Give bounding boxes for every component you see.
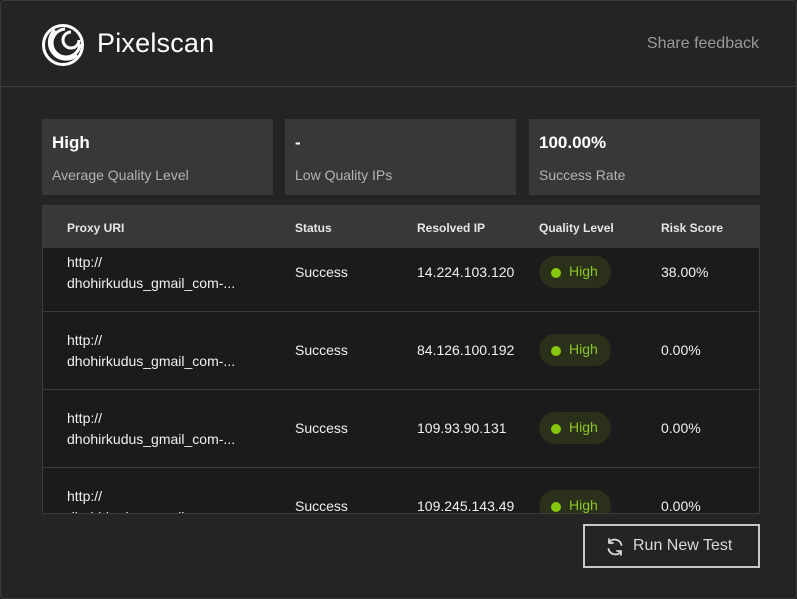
risk-score: 0.00% (661, 498, 701, 513)
resolved-ip: 109.245.143.49 (417, 498, 515, 513)
results-table: Proxy URI Status Resolved IP Quality Lev… (42, 205, 760, 514)
summary-label: Average Quality Level (52, 167, 189, 183)
table-row[interactable]: http:// dhohirkudus_gmail_com-... Succes… (43, 390, 759, 468)
quality-badge: High (539, 490, 611, 513)
quality-badge: High (539, 256, 611, 288)
summary-value: High (52, 133, 90, 152)
proxy-uri: http:// dhohirkudus_gmail_com-... (67, 486, 235, 513)
resolved-ip: 109.93.90.131 (417, 420, 507, 436)
quality-label: High (569, 263, 598, 279)
risk-score: 0.00% (661, 342, 701, 358)
proxy-uri: http:// dhohirkudus_gmail_com-... (67, 408, 235, 450)
status: Success (295, 342, 348, 358)
proxy-uri-line1: http:// (67, 488, 103, 504)
risk-score: 0.00% (661, 420, 701, 436)
proxy-uri-line2: dhohirkudus_gmail_com-... (67, 353, 236, 369)
column-header-resolved-ip: Resolved IP (417, 221, 486, 235)
table-header: Proxy URI Status Resolved IP Quality Lev… (43, 206, 759, 248)
summary-value: - (295, 133, 301, 152)
run-new-test-label: Run New Test (633, 537, 733, 554)
quality-label: High (569, 419, 598, 435)
status-dot-icon (551, 502, 561, 512)
proxy-uri: http:// dhohirkudus_gmail_com-... (67, 330, 235, 372)
column-header-status: Status (295, 221, 332, 235)
column-header-risk-score: Risk Score (661, 221, 724, 235)
brand-name: Pixelscan (97, 28, 215, 58)
column-header-proxy-uri: Proxy URI (67, 221, 125, 235)
pixelscan-window: Pixelscan Share feedback High Average Qu… (0, 0, 797, 599)
status: Success (295, 498, 348, 513)
status: Success (295, 420, 348, 436)
summary-value: 100.00% (539, 133, 607, 152)
refresh-icon (607, 538, 623, 556)
run-new-test-button[interactable]: Run New Test (583, 524, 760, 568)
summary-label: Success Rate (539, 167, 626, 183)
column-header-quality-level: Quality Level (539, 221, 614, 235)
summary-card-average-quality: High Average Quality Level (42, 119, 273, 195)
risk-score: 38.00% (661, 264, 709, 280)
header: Pixelscan Share feedback (1, 1, 796, 87)
proxy-uri-line1: http:// (67, 332, 103, 348)
table-row[interactable]: http:// dhohirkudus_gmail_com-... Succes… (43, 248, 759, 312)
table-row[interactable]: http:// dhohirkudus_gmail_com-... Succes… (43, 312, 759, 390)
summary-card-low-quality-ips: - Low Quality IPs (285, 119, 516, 195)
summary-label: Low Quality IPs (295, 167, 393, 183)
status: Success (295, 264, 348, 280)
status-dot-icon (551, 424, 561, 434)
quality-label: High (569, 341, 598, 357)
proxy-uri-line1: http:// (67, 410, 103, 426)
quality-badge: High (539, 412, 611, 444)
table-row[interactable]: http:// dhohirkudus_gmail_com-... Succes… (43, 468, 759, 513)
proxy-uri-line1: http:// (67, 254, 103, 270)
pixelscan-logo-icon (42, 24, 84, 66)
proxy-uri: http:// dhohirkudus_gmail_com-... (67, 252, 235, 294)
status-dot-icon (551, 268, 561, 278)
proxy-uri-line2: dhohirkudus_gmail_com-... (67, 431, 236, 447)
summary-card-success-rate: 100.00% Success Rate (529, 119, 760, 195)
quality-label: High (569, 497, 598, 513)
proxy-uri-line2: dhohirkudus_gmail_com-... (67, 275, 236, 291)
table-body-scroll[interactable]: http:// dhohirkudus_gmail_com-... Succes… (43, 248, 759, 513)
quality-badge: High (539, 334, 611, 366)
resolved-ip: 84.126.100.192 (417, 342, 515, 358)
resolved-ip: 14.224.103.120 (417, 264, 515, 280)
share-feedback-link[interactable]: Share feedback (647, 35, 759, 53)
proxy-uri-line2: dhohirkudus_gmail_com-... (67, 507, 235, 513)
status-dot-icon (551, 346, 561, 356)
